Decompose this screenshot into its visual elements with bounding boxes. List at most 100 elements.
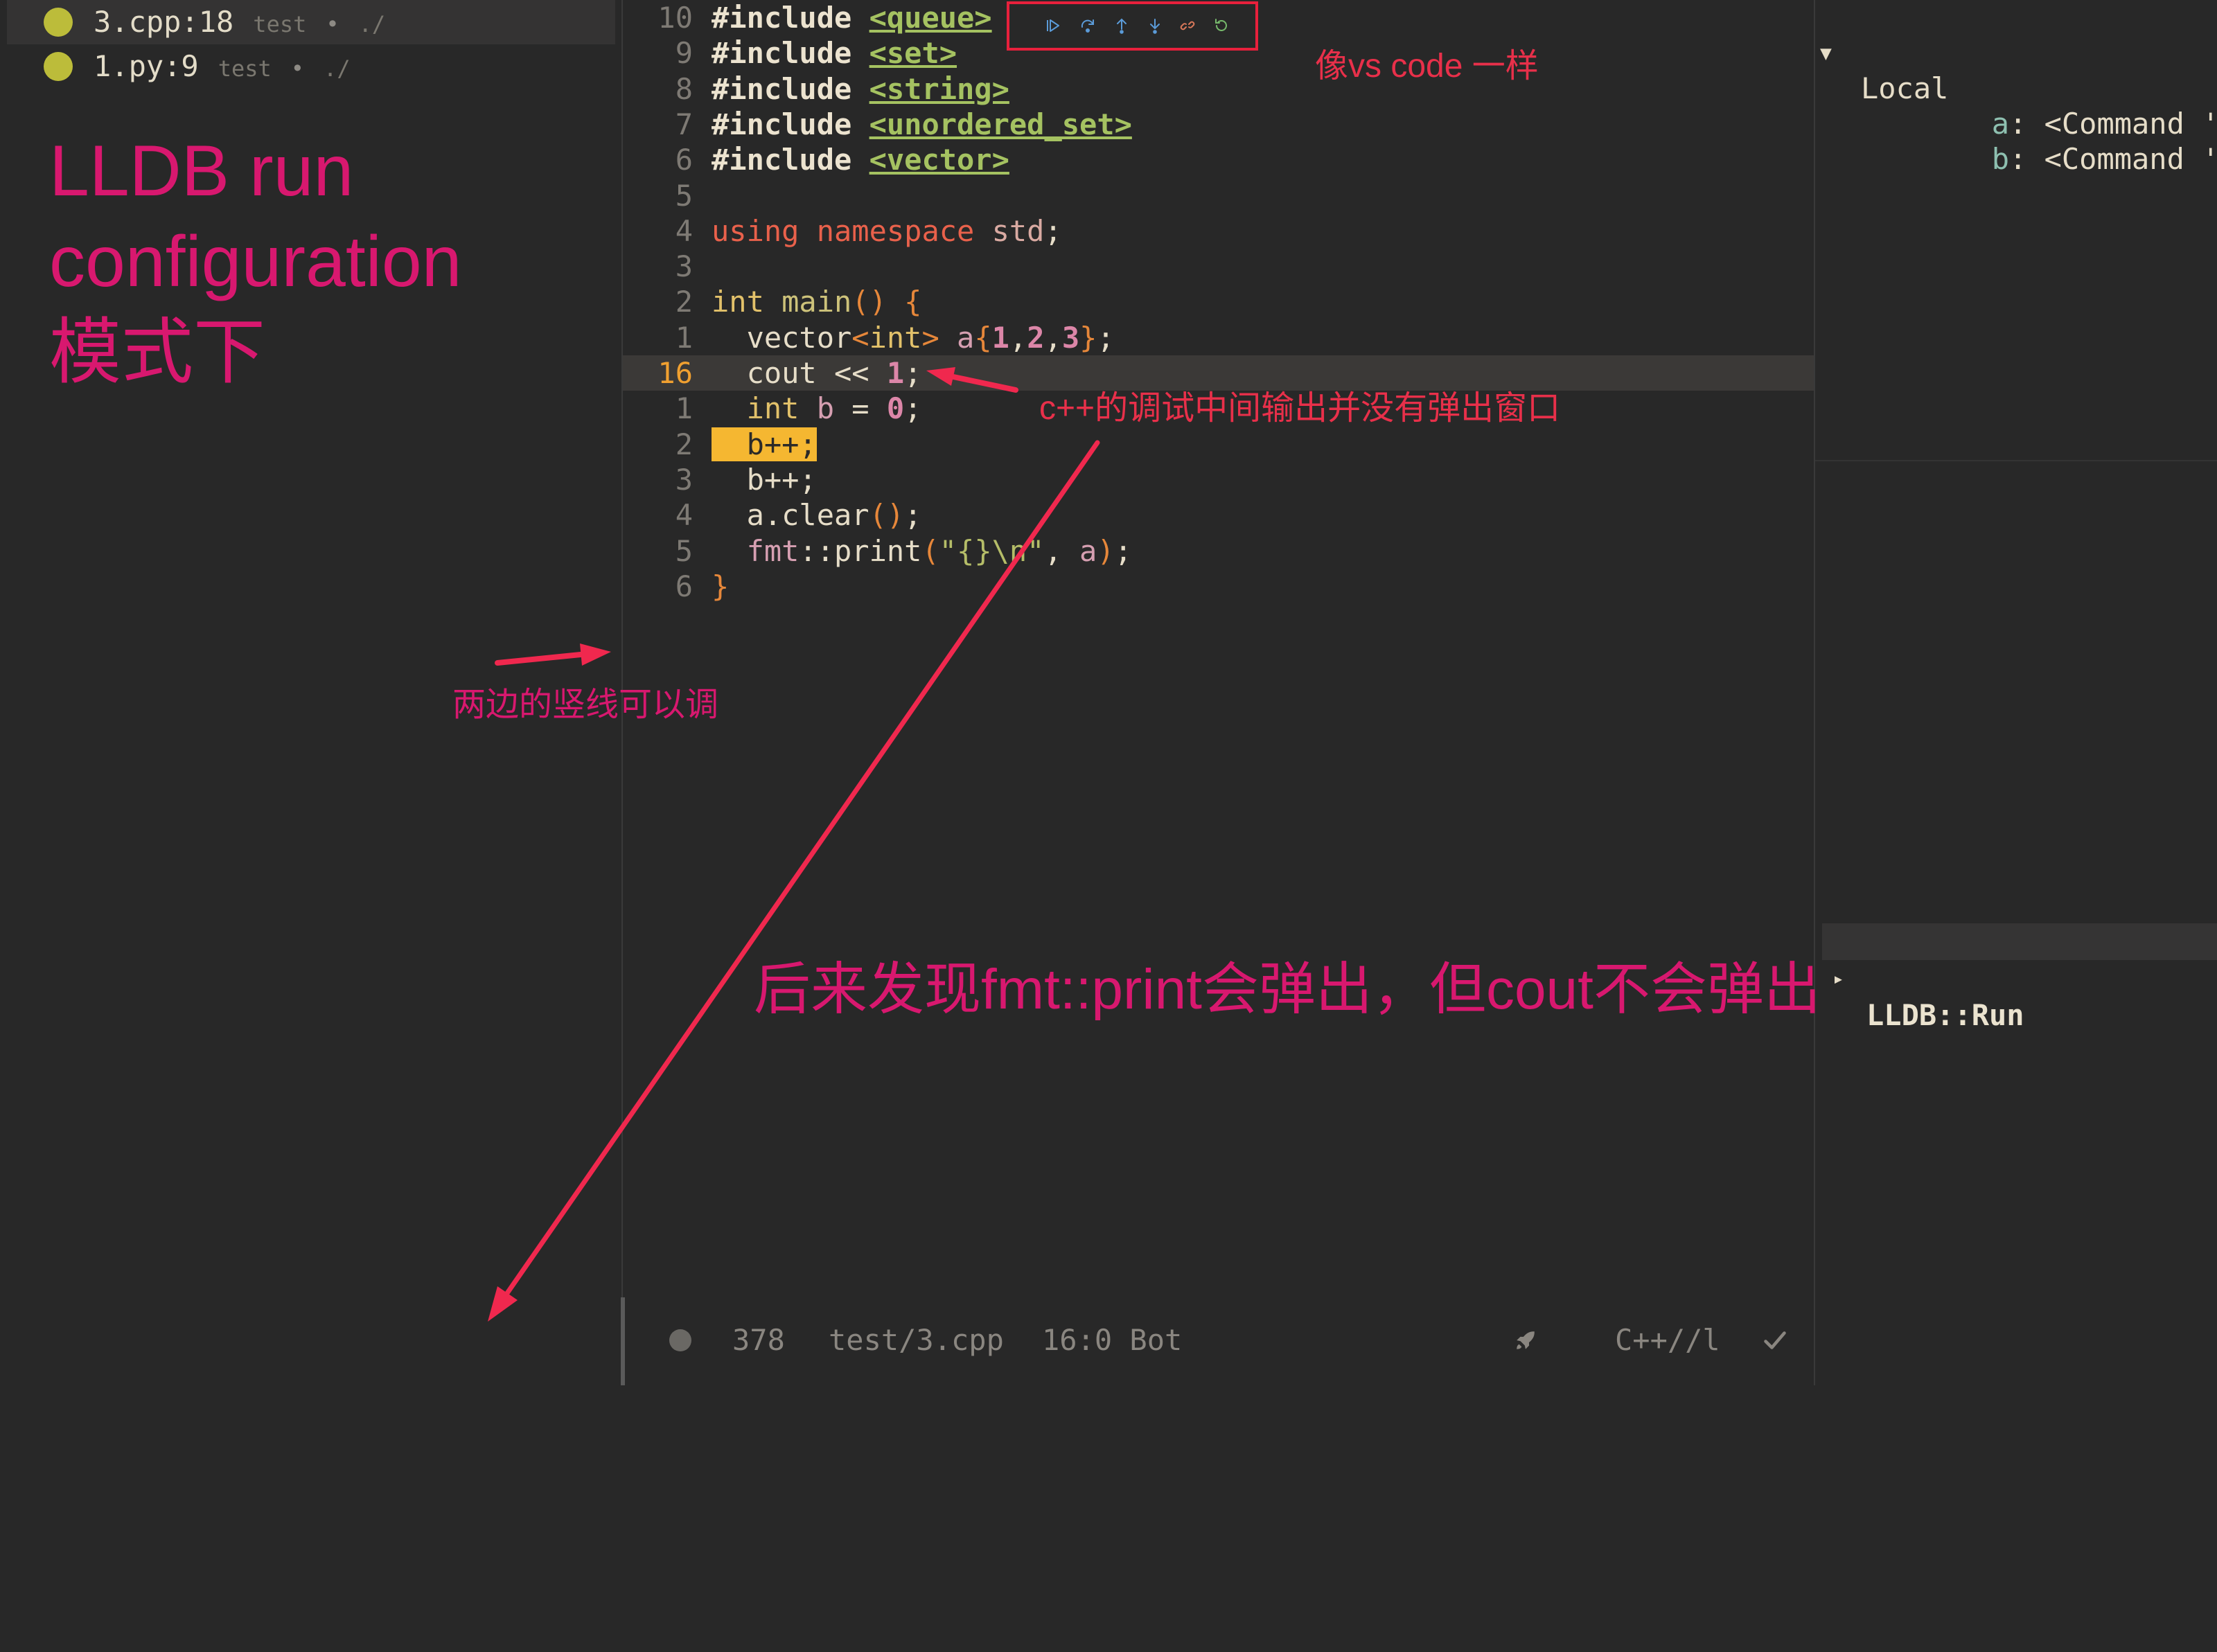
code-token: ,: [1044, 320, 1062, 355]
code-text: #include <unordered_set>: [712, 107, 1132, 142]
status-bar: 378 test/3.cpp 16:0 Bot C++//l: [623, 1320, 1814, 1361]
code-token: a: [1079, 533, 1097, 568]
line-number: 6: [675, 143, 693, 177]
line-number: 2: [675, 427, 693, 461]
line-number: 7: [675, 107, 693, 141]
annotation-line: 模式下: [49, 312, 266, 393]
line-number: 6: [675, 569, 693, 603]
breakpoint-item[interactable]: 1.py:9 test • ./: [7, 44, 615, 89]
line-number: 1: [675, 391, 693, 426]
code-text: }: [712, 569, 729, 604]
code-token: fmt: [712, 533, 800, 568]
code-editor[interactable]: 10 #include <queue> 9 #include <set> 8 #inclu…: [623, 0, 1814, 1297]
code-line[interactable]: 4 a.clear();: [623, 497, 1814, 533]
line-number: 4: [675, 498, 693, 533]
restart-icon[interactable]: [1210, 14, 1233, 37]
step-out-icon[interactable]: [1110, 14, 1133, 37]
line-number: 2: [675, 285, 693, 319]
code-token: namespace: [799, 213, 975, 248]
code-text: int main() {: [712, 284, 921, 319]
code-token: 0: [869, 391, 905, 426]
code-token: >: [921, 320, 939, 355]
code-line[interactable]: 5 fmt::print("{}\n", a);: [623, 533, 1814, 569]
breakpoint-directory: ./: [324, 55, 351, 82]
code-token: #include: [712, 71, 852, 106]
status-cursor-position: 16:0 Bot: [1042, 1323, 1183, 1357]
breakpoint-item[interactable]: 3.cpp:18 test • ./: [7, 0, 615, 44]
code-token: b: [799, 391, 835, 426]
code-token: int: [712, 391, 800, 426]
code-token: <queue>: [869, 1, 992, 35]
breakpoint-dot-icon: [44, 52, 73, 81]
current-code-line[interactable]: 16 cout << 1;: [623, 355, 1814, 391]
step-into-icon[interactable]: [1143, 14, 1167, 37]
line-number: 5: [675, 533, 693, 568]
breakpoint-location: 3.cpp:18: [94, 5, 234, 39]
variable-item[interactable]: b: <Command 'var-up: [1815, 71, 2217, 176]
code-line[interactable]: 3 b++;: [623, 462, 1814, 497]
code-token: <unordered_set>: [869, 107, 1132, 141]
breakpoint-label: 1.py:9 test • ./: [94, 44, 351, 89]
chevron-right-icon[interactable]: ▸: [1832, 960, 1844, 997]
code-line[interactable]: 4 using namespace std;: [623, 213, 1814, 249]
code-line[interactable]: 5: [623, 178, 1814, 213]
code-line[interactable]: 6 #include <vector>: [623, 142, 1814, 177]
breakpoint-location: 1.py:9: [94, 49, 199, 83]
code-text: using namespace std;: [712, 213, 1062, 249]
code-token: "{}\n": [939, 533, 1045, 568]
variable-item[interactable]: a: <Command 'var-up: [1815, 35, 2217, 141]
check-icon: [1761, 1320, 1789, 1361]
code-token: ;: [1097, 320, 1115, 355]
panel-split-divider[interactable]: [1815, 460, 2217, 461]
status-file-path: test/3.cpp: [829, 1323, 1004, 1357]
code-token: }: [712, 569, 730, 603]
code-token: int: [869, 320, 922, 355]
output-annotation: c++的调试中间输出并没有弹出窗口: [1039, 390, 1561, 427]
code-token: (): [869, 498, 905, 533]
code-token: ;: [904, 391, 922, 426]
code-token: ;: [1044, 213, 1062, 248]
line-number: 8: [675, 71, 693, 106]
code-token: int: [712, 285, 764, 319]
code-line[interactable]: 3: [623, 249, 1814, 284]
code-token: 1: [869, 356, 905, 390]
code-line[interactable]: 2 b++;: [623, 427, 1814, 462]
code-token: main: [763, 285, 852, 319]
disconnect-icon[interactable]: [1176, 14, 1199, 37]
code-text: cout << 1;: [712, 355, 922, 391]
variables-panel: ▼ Local a: <Command 'var-up b: <Command …: [1815, 0, 2217, 1385]
run-config-annotation: LLDB run configuration 模式下: [49, 126, 462, 398]
run-section-label: LLDB::Run: [1866, 998, 2024, 1032]
scope-local-header[interactable]: ▼ Local: [1815, 0, 2217, 105]
code-line[interactable]: 2 int main() {: [623, 284, 1814, 319]
lldb-run-section[interactable]: ▸ LLDB::Run: [1822, 923, 2217, 1032]
breakpoint-dot-icon: [44, 8, 73, 37]
code-token: 3: [1061, 320, 1080, 355]
code-token: {: [974, 320, 992, 355]
code-line[interactable]: 1 vector<int> a{1,2,3};: [623, 320, 1814, 355]
line-number: 10: [657, 1, 693, 35]
code-line[interactable]: 7 #include <unordered_set>: [623, 107, 1814, 142]
code-token: #include: [712, 1, 852, 35]
code-token: print: [834, 533, 922, 568]
status-filetype: C++//l: [1615, 1323, 1720, 1357]
breakpoint-config: test: [218, 55, 272, 82]
code-token: <set>: [869, 36, 957, 71]
code-token: (): [851, 285, 887, 319]
code-token: (: [921, 533, 939, 568]
code-token: cout <<: [712, 356, 869, 390]
code-text: b++;: [712, 462, 817, 497]
step-over-icon[interactable]: [1076, 14, 1099, 37]
code-line[interactable]: 8 #include <string>: [623, 71, 1814, 107]
code-text: b++;: [712, 427, 817, 462]
variable-name: b: [1991, 142, 2010, 176]
line-number: 3: [675, 249, 693, 284]
code-lines: 10 #include <queue> 9 #include <set> 8 #inclu…: [623, 0, 1814, 1297]
status-count: 378: [732, 1323, 785, 1357]
line-number: 5: [675, 178, 693, 213]
code-text: a.clear();: [712, 497, 922, 533]
variable-separator: :: [2009, 142, 2044, 176]
continue-icon[interactable]: [1041, 14, 1065, 37]
code-text: fmt::print("{}\n", a);: [712, 533, 1132, 569]
code-line[interactable]: 6}: [623, 569, 1814, 604]
